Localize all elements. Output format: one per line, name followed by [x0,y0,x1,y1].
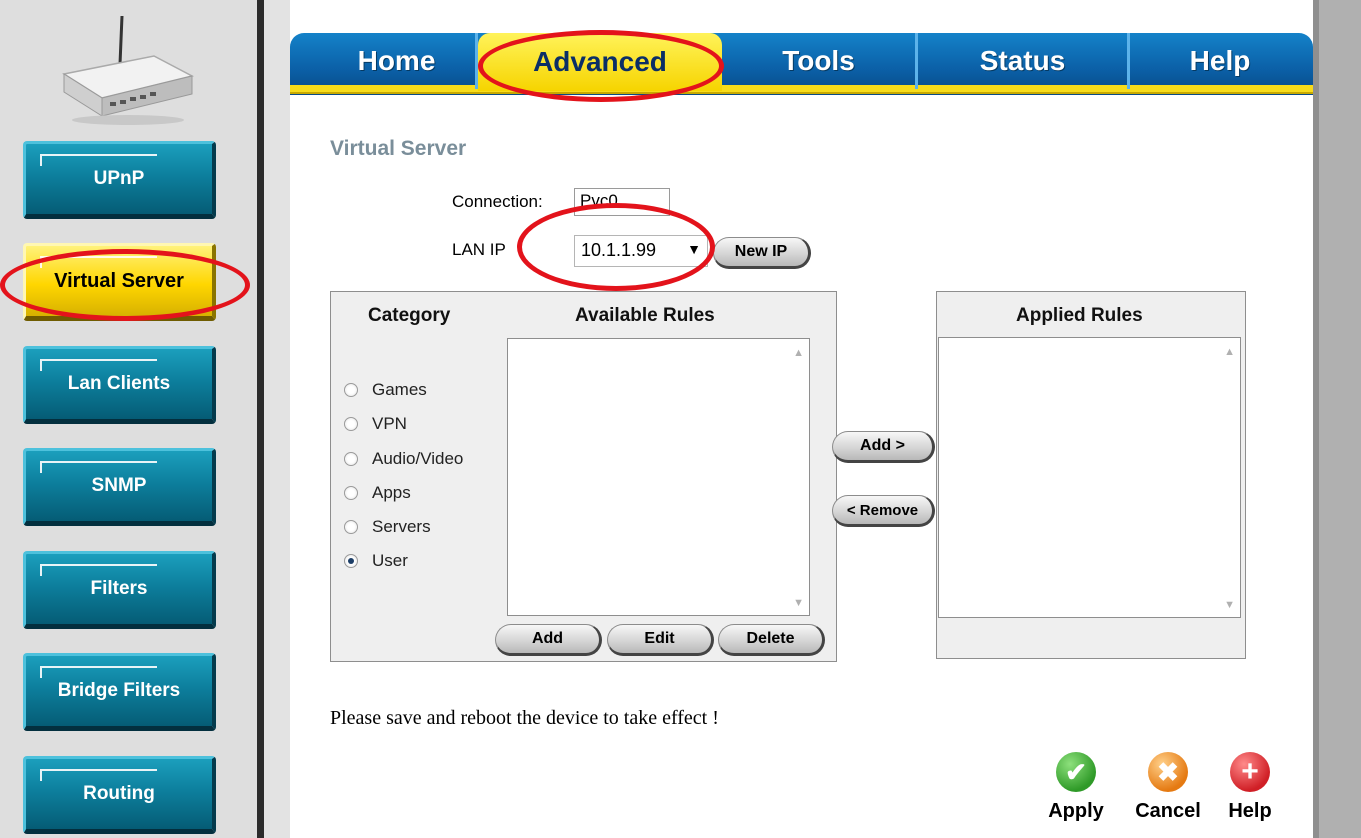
connection-field[interactable]: Pvc0 [574,188,670,216]
sidebar-item-virtual-server[interactable]: Virtual Server [23,243,216,321]
tab-label: Help [1189,45,1251,76]
apply-button[interactable]: ✔ Apply [1036,752,1116,823]
sidebar-item-label: Routing [83,783,155,804]
connection-label: Connection: [452,192,543,211]
sidebar-item-upnp[interactable]: UPnP [23,141,216,219]
sidebar-item-label: SNMP [91,475,147,496]
category-games[interactable]: Games [344,376,427,404]
category-vpn[interactable]: VPN [344,410,407,438]
page-title: Virtual Server [330,137,467,160]
radio-audio-video[interactable] [344,452,358,466]
add-to-applied-button[interactable]: Add > [832,431,935,463]
cancel-label: Cancel [1135,800,1201,822]
checkmark-icon: ✔ [1056,752,1096,792]
sidebar-item-label: UPnP [93,168,145,189]
category-apps[interactable]: Apps [344,479,411,507]
right-border [1313,0,1361,838]
save-reboot-note: Please save and reboot the device to tak… [330,707,719,729]
content-gutter [264,0,290,838]
sidebar-item-bridge-filters[interactable]: Bridge Filters [23,653,216,731]
category-audio-video[interactable]: Audio/Video [344,445,463,473]
category-label: Apps [372,483,411,502]
category-header: Category [368,305,451,326]
tab-label: Tools [782,45,855,76]
sidebar-item-lan-clients[interactable]: Lan Clients [23,346,216,424]
scroll-up-icon[interactable]: ▲ [793,347,804,359]
sidebar-item-label: Lan Clients [67,373,171,394]
sidebar: UPnP Virtual Server Lan Clients SNMP Fil… [0,0,257,838]
sidebar-item-routing[interactable]: Routing [23,756,216,834]
cancel-x-icon: ✖ [1148,752,1188,792]
sidebar-item-label: Filters [90,578,148,599]
tab-advanced[interactable]: Advanced [478,33,722,91]
scroll-down-icon[interactable]: ▼ [1224,599,1235,611]
tab-tools[interactable]: Tools [722,33,918,89]
radio-vpn[interactable] [344,417,358,431]
chevron-down-icon: ▼ [687,241,701,257]
tab-label: Advanced [533,46,667,77]
tab-status[interactable]: Status [918,33,1130,89]
scroll-up-icon[interactable]: ▲ [1224,346,1235,358]
radio-games[interactable] [344,383,358,397]
available-rules-header: Available Rules [575,305,715,326]
tab-help[interactable]: Help [1130,33,1310,89]
radio-user[interactable] [344,554,358,568]
new-ip-button[interactable]: New IP [713,237,811,269]
tab-home[interactable]: Home [318,33,478,89]
sidebar-item-snmp[interactable]: SNMP [23,448,216,526]
router-icon [62,15,195,125]
category-label: Audio/Video [372,449,464,468]
category-servers[interactable]: Servers [344,513,431,541]
sidebar-item-filters[interactable]: Filters [23,551,216,629]
sidebar-item-label: Bridge Filters [57,680,181,701]
lan-ip-label: LAN IP [452,240,506,259]
tab-label: Status [979,45,1066,76]
help-button[interactable]: + Help [1210,752,1290,823]
category-label: Servers [372,517,431,536]
add-rule-button[interactable]: Add [495,624,602,656]
cancel-button[interactable]: ✖ Cancel [1128,752,1208,823]
apply-label: Apply [1048,800,1104,822]
radio-apps[interactable] [344,486,358,500]
category-label: User [372,551,408,570]
applied-rules-header: Applied Rules [1016,305,1143,326]
category-user[interactable]: User [344,547,408,575]
radio-servers[interactable] [344,520,358,534]
delete-rule-button[interactable]: Delete [718,624,825,656]
lan-ip-select[interactable]: 10.1.1.99 ▼ [574,235,708,267]
help-label: Help [1228,800,1272,822]
available-rules-list[interactable]: ▲ ▼ [507,338,810,616]
tab-label: Home [357,45,436,76]
sidebar-divider [257,0,264,838]
scroll-down-icon[interactable]: ▼ [793,597,804,609]
applied-rules-list[interactable]: ▲ ▼ [938,337,1241,618]
edit-rule-button[interactable]: Edit [607,624,714,656]
category-label: Games [372,380,427,399]
sidebar-item-label: Virtual Server [54,269,184,292]
remove-from-applied-button[interactable]: < Remove [832,495,935,527]
category-label: VPN [372,414,407,433]
lan-ip-value: 10.1.1.99 [581,240,657,260]
plus-icon: + [1230,752,1270,792]
